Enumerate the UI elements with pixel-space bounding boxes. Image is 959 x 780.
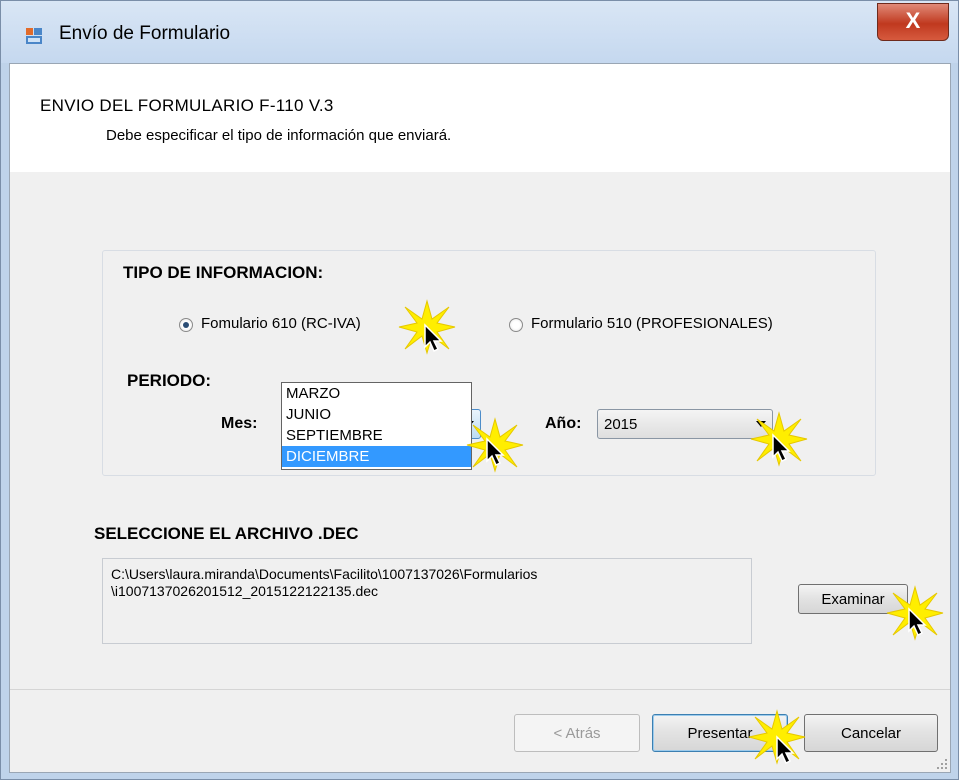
file-path-line-1: C:\Users\laura.miranda\Documents\Facilit…	[111, 566, 538, 582]
cursor-icon	[486, 437, 505, 467]
radio-formulario-510[interactable]	[509, 318, 523, 332]
mes-label: Mes:	[221, 415, 258, 432]
page-title: ENVIO DEL FORMULARIO F-110 V.3	[40, 96, 334, 115]
cancel-button[interactable]: Cancelar	[804, 714, 938, 752]
anio-combobox[interactable]: 2015	[597, 409, 773, 439]
mes-option-marzo[interactable]: MARZO	[282, 383, 471, 404]
anio-label: Año:	[545, 415, 582, 432]
wizard-header: ENVIO DEL FORMULARIO F-110 V.3 Debe espe…	[10, 64, 950, 172]
cursor-icon	[908, 607, 927, 637]
cursor-icon	[424, 323, 443, 353]
resize-grip-icon[interactable]	[936, 758, 948, 770]
cursor-icon	[776, 735, 795, 765]
radio-formulario-610[interactable]	[179, 318, 193, 332]
app-icon	[26, 28, 42, 44]
close-icon: X	[905, 8, 921, 33]
mes-option-septiembre[interactable]: SEPTIEMBRE	[282, 425, 471, 446]
dialog-window: Envío de Formulario X ENVIO DEL FORMULAR…	[0, 0, 959, 780]
back-button[interactable]: < Atrás	[514, 714, 640, 752]
file-path-line-2: \i1007137026201512_2015122122135.dec	[111, 583, 379, 599]
title-bar[interactable]: Envío de Formulario X	[1, 1, 958, 63]
file-path-textbox[interactable]: C:\Users\laura.miranda\Documents\Facilit…	[102, 558, 752, 644]
radio-formulario-610-label[interactable]: Fomulario 610 (RC-IVA)	[201, 315, 361, 332]
radio-formulario-510-label[interactable]: Formulario 510 (PROFESIONALES)	[531, 315, 773, 332]
mes-option-junio[interactable]: JUNIO	[282, 404, 471, 425]
close-button[interactable]: X	[877, 3, 949, 41]
cursor-icon	[772, 433, 791, 463]
tipo-informacion-label: TIPO DE INFORMACION:	[123, 263, 324, 282]
periodo-label: PERIODO:	[127, 371, 212, 390]
anio-value: 2015	[604, 416, 638, 433]
mes-dropdown-list: MARZO JUNIO SEPTIEMBRE DICIEMBRE	[281, 382, 472, 470]
mes-option-diciembre[interactable]: DICIEMBRE	[282, 446, 471, 467]
divider	[10, 689, 950, 690]
window-title: Envío de Formulario	[59, 23, 231, 44]
page-subtitle: Debe especificar el tipo de información …	[106, 127, 452, 144]
seleccione-archivo-label: SELECCIONE EL ARCHIVO .DEC	[94, 524, 359, 543]
